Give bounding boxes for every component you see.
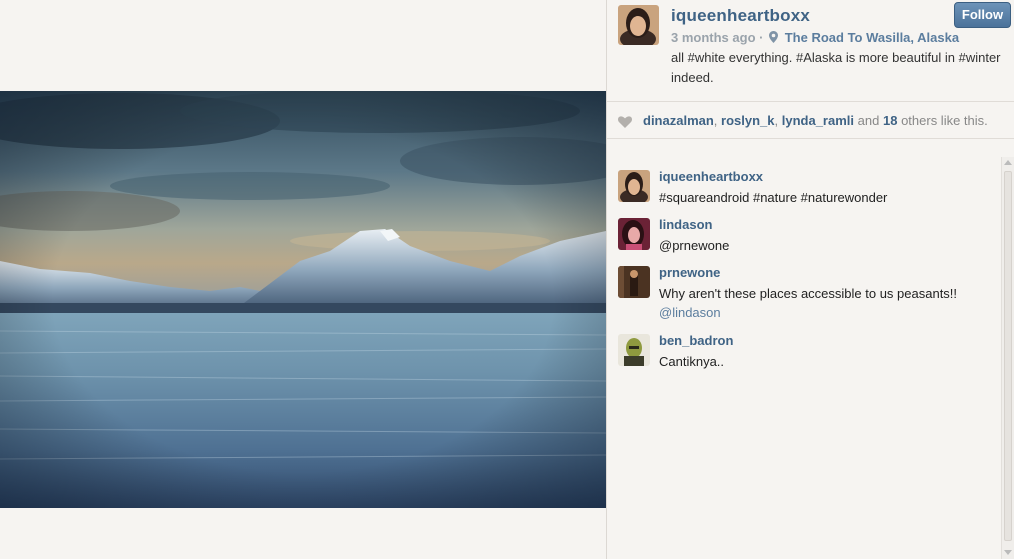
- liker-name[interactable]: dinazalman: [643, 113, 714, 128]
- comment-username[interactable]: iqueenheartboxx: [659, 169, 763, 184]
- likes-summary: dinazalman, roslyn_k, lynda_ramli and 18…: [643, 113, 988, 128]
- comment-body: Why aren't these places accessible to us…: [659, 286, 958, 301]
- avatar[interactable]: [618, 218, 650, 250]
- post-meta: 3 months ago · The Road To Wasilla, Alas…: [671, 30, 959, 45]
- meta-separator: ·: [759, 30, 764, 45]
- likes-others-text: others like this.: [901, 113, 988, 128]
- scroll-down-icon[interactable]: [1004, 550, 1012, 555]
- liker-name[interactable]: roslyn_k: [721, 113, 774, 128]
- comment-text: Why aren't these places accessible to us…: [659, 284, 999, 322]
- avatar[interactable]: [618, 170, 650, 202]
- likes-and: and: [857, 113, 880, 128]
- avatar[interactable]: [618, 334, 650, 366]
- post-details-panel: iqueenheartboxx Follow 3 months ago · Th…: [606, 0, 1014, 559]
- post-time[interactable]: 3 months ago: [671, 30, 756, 45]
- likes-count[interactable]: 18: [883, 113, 897, 128]
- avatar[interactable]: [618, 5, 659, 45]
- photo-image: [0, 91, 606, 508]
- avatar[interactable]: [618, 266, 650, 298]
- comment-text: #squareandroid #nature #naturewonder: [659, 190, 888, 205]
- heart-icon[interactable]: [618, 116, 632, 128]
- pin-icon: [769, 31, 779, 43]
- likes-bar: dinazalman, roslyn_k, lynda_ramli and 18…: [607, 102, 1014, 139]
- comment-text[interactable]: @prnewone: [659, 236, 999, 255]
- comment-mention[interactable]: @lindason: [659, 305, 721, 320]
- post-caption: all #white everything. #Alaska is more b…: [671, 50, 1001, 85]
- comments-scrollbar[interactable]: [1001, 157, 1014, 559]
- post-photo[interactable]: [0, 91, 606, 508]
- scroll-thumb[interactable]: [1004, 171, 1012, 541]
- comments-list: iqueenheartboxx #squareandroid #nature #…: [607, 157, 1002, 559]
- post-location[interactable]: The Road To Wasilla, Alaska: [785, 30, 959, 45]
- photo-area: [0, 0, 606, 559]
- comment-username[interactable]: lindason: [659, 217, 712, 232]
- liker-name[interactable]: lynda_ramli: [782, 113, 854, 128]
- follow-button[interactable]: Follow: [954, 2, 1011, 28]
- post-username[interactable]: iqueenheartboxx: [671, 6, 810, 26]
- post-header: iqueenheartboxx Follow 3 months ago · Th…: [607, 0, 1014, 102]
- scroll-up-icon[interactable]: [1004, 160, 1012, 165]
- comment-text: Cantiknya..: [659, 354, 725, 369]
- comment-username[interactable]: ben_badron: [659, 333, 733, 348]
- comment-username[interactable]: prnewone: [659, 265, 720, 280]
